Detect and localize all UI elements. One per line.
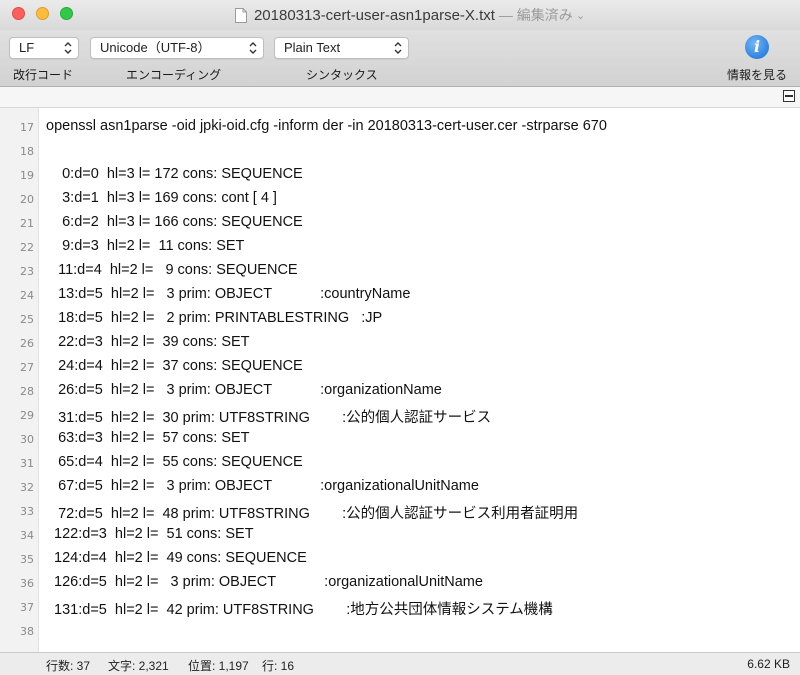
- line-number: 22: [20, 241, 34, 254]
- minimize-window-button[interactable]: [36, 7, 49, 20]
- file-size: 6.62 KB: [747, 657, 790, 671]
- editor-line[interactable]: 36 126:d=5 hl=2 l= 3 prim: OBJECT :organ…: [0, 572, 800, 596]
- line-text: 11:d=4 hl=2 l= 9 cons: SEQUENCE: [46, 262, 298, 278]
- line-number: 33: [20, 505, 34, 518]
- editor-line[interactable]: 18: [0, 140, 800, 164]
- status-bar: 行数: 37 文字: 2,321 位置: 1,197 行: 16 6.62 KB: [0, 652, 800, 675]
- line-number: 31: [20, 457, 34, 470]
- line-number: 29: [20, 409, 34, 422]
- line-number: 28: [20, 385, 34, 398]
- line-text: 13:d=5 hl=2 l= 3 prim: OBJECT :countryNa…: [46, 286, 411, 302]
- line-number: 18: [20, 145, 34, 158]
- chevron-down-icon[interactable]: ⌄: [576, 9, 585, 22]
- document-icon: [234, 7, 247, 23]
- window-title-area[interactable]: 20180313-cert-user-asn1parse-X.txt — 編集済…: [200, 5, 620, 25]
- editor-line[interactable]: 29 31:d=5 hl=2 l= 30 prim: UTF8STRING :公…: [0, 404, 800, 428]
- line-ending-popup[interactable]: LF: [9, 37, 79, 59]
- line-number: 36: [20, 577, 34, 590]
- editor-line[interactable]: 38: [0, 620, 800, 644]
- toolbar: LF 改行コード Unicode（UTF-8） エンコーディング Plain T…: [0, 30, 800, 87]
- zoom-window-button[interactable]: [60, 7, 73, 20]
- line-count: 行数: 37: [46, 659, 91, 673]
- line-text: 24:d=4 hl=2 l= 37 cons: SEQUENCE: [46, 358, 303, 374]
- text-editor[interactable]: 17 openssl asn1parse -oid jpki-oid.cfg -i…: [0, 108, 800, 652]
- info-icon[interactable]: i: [745, 35, 769, 59]
- editor-line[interactable]: 17 openssl asn1parse -oid jpki-oid.cfg -i…: [0, 116, 800, 140]
- line-text: 65:d=4 hl=2 l= 55 cons: SEQUENCE: [46, 454, 303, 470]
- editor-line[interactable]: 22 9:d=3 hl=2 l= 11 cons: SET: [0, 236, 800, 260]
- editor-line[interactable]: 25 18:d=5 hl=2 l= 2 prim: PRINTABLESTRIN…: [0, 308, 800, 332]
- line-number: 27: [20, 361, 34, 374]
- editor-line[interactable]: 24 13:d=5 hl=2 l= 3 prim: OBJECT :countr…: [0, 284, 800, 308]
- line-number: 17: [20, 121, 34, 134]
- editor-line[interactable]: 30 63:d=3 hl=2 l= 57 cons: SET: [0, 428, 800, 452]
- editor-line[interactable]: 37 131:d=5 hl=2 l= 42 prim: UTF8STRING :…: [0, 596, 800, 620]
- line-number: 19: [20, 169, 34, 182]
- editor-line[interactable]: 23 11:d=4 hl=2 l= 9 cons: SEQUENCE: [0, 260, 800, 284]
- line-text: 72:d=5 hl=2 l= 48 prim: UTF8STRING :公的個人…: [46, 506, 579, 522]
- window-title: 20180313-cert-user-asn1parse-X.txt: [253, 6, 495, 24]
- editor-line[interactable]: 20 3:d=1 hl=3 l= 169 cons: cont [ 4 ]: [0, 188, 800, 212]
- line-text: 18:d=5 hl=2 l= 2 prim: PRINTABLESTRING :…: [46, 310, 383, 326]
- editor-line[interactable]: 35 124:d=4 hl=2 l= 49 cons: SEQUENCE: [0, 548, 800, 572]
- line-number: 38: [20, 625, 34, 638]
- line-text: 6:d=2 hl=3 l= 166 cons: SEQUENCE: [46, 214, 303, 230]
- syntax-popup[interactable]: Plain Text: [274, 37, 409, 59]
- editor-line[interactable]: 27 24:d=4 hl=2 l= 37 cons: SEQUENCE: [0, 356, 800, 380]
- line-text: 122:d=3 hl=2 l= 51 cons: SET: [46, 526, 254, 542]
- line-number: 23: [20, 265, 34, 278]
- updown-arrows-icon: [394, 42, 402, 54]
- close-window-button[interactable]: [12, 7, 25, 20]
- line-text: 124:d=4 hl=2 l= 49 cons: SEQUENCE: [46, 550, 307, 566]
- line-text: 22:d=3 hl=2 l= 39 cons: SET: [46, 334, 250, 350]
- editor-line[interactable]: 32 67:d=5 hl=2 l= 3 prim: OBJECT :organi…: [0, 476, 800, 500]
- encoding-label: エンコーディング: [126, 68, 222, 82]
- syntax-label: シンタックス: [306, 68, 378, 82]
- line-number: 35: [20, 553, 34, 566]
- line-number: 30: [20, 433, 34, 446]
- info-label[interactable]: 情報を見る: [727, 66, 787, 83]
- editor-line[interactable]: 26 22:d=3 hl=2 l= 39 cons: SET: [0, 332, 800, 356]
- line-number: 25: [20, 313, 34, 326]
- line-number: 32: [20, 481, 34, 494]
- updown-arrows-icon: [249, 42, 257, 54]
- line-text: 0:d=0 hl=3 l= 172 cons: SEQUENCE: [46, 166, 303, 182]
- editor-window: 20180313-cert-user-asn1parse-X.txt — 編集済…: [0, 0, 800, 675]
- updown-arrows-icon: [64, 42, 72, 54]
- char-count: 文字: 2,321: [108, 659, 169, 673]
- syntax-value: Plain Text: [284, 40, 341, 55]
- line-number: 37: [20, 601, 34, 614]
- current-line: 行: 16: [262, 659, 295, 673]
- line-ending-label: 改行コード: [13, 68, 74, 82]
- cursor-position: 位置: 1,197: [188, 659, 249, 673]
- line-number: 20: [20, 193, 34, 206]
- editor-line[interactable]: 21 6:d=2 hl=3 l= 166 cons: SEQUENCE: [0, 212, 800, 236]
- line-ending-value: LF: [19, 40, 35, 55]
- line-text: 131:d=5 hl=2 l= 42 prim: UTF8STRING :地方公…: [46, 602, 553, 618]
- line-number: 34: [20, 529, 34, 542]
- line-text: 67:d=5 hl=2 l= 3 prim: OBJECT :organizat…: [46, 478, 479, 494]
- editor-line[interactable]: 33 72:d=5 hl=2 l= 48 prim: UTF8STRING :公…: [0, 500, 800, 524]
- line-text: 31:d=5 hl=2 l= 30 prim: UTF8STRING :公的個人…: [46, 410, 492, 426]
- editor-line[interactable]: 31 65:d=4 hl=2 l= 55 cons: SEQUENCE: [0, 452, 800, 476]
- line-text: 9:d=3 hl=2 l= 11 cons: SET: [46, 238, 245, 254]
- line-text: 3:d=1 hl=3 l= 169 cons: cont [ 4 ]: [46, 190, 277, 206]
- encoding-popup[interactable]: Unicode（UTF-8）: [90, 37, 264, 59]
- edited-status: — 編集済み: [498, 7, 573, 23]
- line-text: 126:d=5 hl=2 l= 3 prim: OBJECT :organiza…: [46, 574, 483, 590]
- encoding-value: Unicode（UTF-8）: [100, 40, 211, 55]
- line-number: 21: [20, 217, 34, 230]
- line-number: 24: [20, 289, 34, 302]
- line-text: openssl asn1parse -oid jpki-oid.cfg -inf…: [46, 118, 607, 134]
- title-bar[interactable]: 20180313-cert-user-asn1parse-X.txt — 編集済…: [0, 0, 800, 30]
- editor-line[interactable]: 19 0:d=0 hl=3 l= 172 cons: SEQUENCE: [0, 164, 800, 188]
- split-editor-icon[interactable]: [783, 90, 795, 102]
- line-number: 26: [20, 337, 34, 350]
- ruler-bar: [0, 87, 800, 108]
- editor-line[interactable]: 28 26:d=5 hl=2 l= 3 prim: OBJECT :organi…: [0, 380, 800, 404]
- line-text: 63:d=3 hl=2 l= 57 cons: SET: [46, 430, 250, 446]
- line-text: 26:d=5 hl=2 l= 3 prim: OBJECT :organizat…: [46, 382, 442, 398]
- editor-line[interactable]: 34 122:d=3 hl=2 l= 51 cons: SET: [0, 524, 800, 548]
